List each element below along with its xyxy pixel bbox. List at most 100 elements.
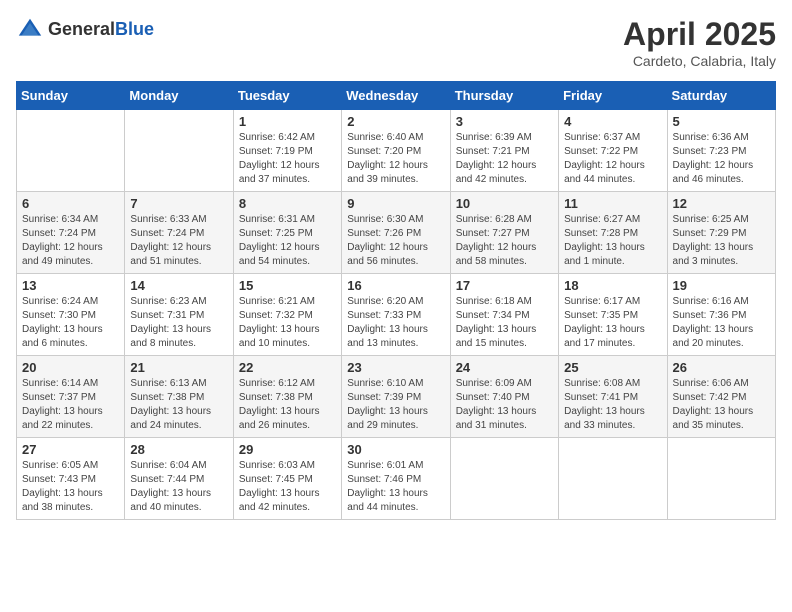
day-number: 14 [130, 278, 227, 293]
calendar-cell: 3Sunrise: 6:39 AMSunset: 7:21 PMDaylight… [450, 110, 558, 192]
calendar-cell: 18 Sunrise: 6:17 AMSunset: 7:35 PMDayligh… [559, 274, 667, 356]
day-number: 13 [22, 278, 119, 293]
calendar-cell [17, 110, 125, 192]
day-number: 21 [130, 360, 227, 375]
day-number: 23 [347, 360, 444, 375]
day-number: 24 [456, 360, 553, 375]
day-info: Sunrise: 6:05 AMSunset: 7:43 PMDaylight:… [22, 459, 119, 515]
week-row-1: 1 Sunrise: 6:42 AMSunset: 7:19 PMDaylight… [17, 110, 776, 192]
title-block: April 2025 Cardeto, Calabria, Italy [623, 16, 776, 69]
day-number: 6 [22, 196, 119, 211]
weekday-header-friday: Friday [559, 82, 667, 110]
day-info: Sunrise: 6:09 AMSunset: 7:40 PMDaylight:… [456, 377, 553, 433]
calendar-cell: 10 Sunrise: 6:28 AMSunset: 7:27 PMDayligh… [450, 192, 558, 274]
calendar-cell: 5Sunrise: 6:36 AMSunset: 7:23 PMDaylight… [667, 110, 775, 192]
day-number: 30 [347, 442, 444, 457]
day-info: Sunrise: 6:08 AMSunset: 7:41 PMDaylight:… [564, 377, 661, 433]
calendar-cell: 14 Sunrise: 6:23 AMSunset: 7:31 PMDayligh… [125, 274, 233, 356]
day-number: 20 [22, 360, 119, 375]
day-info: Sunrise: 6:34 AMSunset: 7:24 PMDaylight:… [22, 213, 119, 269]
day-info: Sunrise: 6:39 AMSunset: 7:21 PMDaylight:… [456, 131, 553, 187]
day-number: 12 [673, 196, 770, 211]
day-info: Sunrise: 6:10 AMSunset: 7:39 PMDaylight:… [347, 377, 444, 433]
weekday-header-wednesday: Wednesday [342, 82, 450, 110]
day-number: 17 [456, 278, 553, 293]
day-number: 15 [239, 278, 336, 293]
logo-icon [16, 16, 44, 44]
day-info: Sunrise: 6:13 AMSunset: 7:38 PMDaylight:… [130, 377, 227, 433]
day-info: Sunrise: 6:31 AMSunset: 7:25 PMDaylight:… [239, 213, 336, 269]
page-header: GeneralBlue April 2025 Cardeto, Calabria… [16, 16, 776, 69]
day-info: Sunrise: 6:04 AMSunset: 7:44 PMDaylight:… [130, 459, 227, 515]
logo-general-text: General [48, 19, 115, 39]
logo-text: GeneralBlue [48, 20, 154, 40]
calendar-cell [125, 110, 233, 192]
weekday-header-tuesday: Tuesday [233, 82, 341, 110]
calendar-table: SundayMondayTuesdayWednesdayThursdayFrid… [16, 81, 776, 520]
calendar-cell [667, 438, 775, 520]
calendar-cell: 26 Sunrise: 6:06 AMSunset: 7:42 PMDayligh… [667, 356, 775, 438]
day-info: Sunrise: 6:30 AMSunset: 7:26 PMDaylight:… [347, 213, 444, 269]
day-number: 5 [673, 114, 770, 129]
week-row-4: 20 Sunrise: 6:14 AMSunset: 7:37 PMDayligh… [17, 356, 776, 438]
day-number: 2 [347, 114, 444, 129]
week-row-3: 13 Sunrise: 6:24 AMSunset: 7:30 PMDayligh… [17, 274, 776, 356]
calendar-cell: 20 Sunrise: 6:14 AMSunset: 7:37 PMDayligh… [17, 356, 125, 438]
calendar-cell: 22Sunrise: 6:12 AMSunset: 7:38 PMDayligh… [233, 356, 341, 438]
calendar-cell: 23 Sunrise: 6:10 AMSunset: 7:39 PMDayligh… [342, 356, 450, 438]
weekday-header-monday: Monday [125, 82, 233, 110]
day-info: Sunrise: 6:42 AMSunset: 7:19 PMDaylight:… [239, 131, 336, 187]
calendar-cell: 28Sunrise: 6:04 AMSunset: 7:44 PMDayligh… [125, 438, 233, 520]
calendar-cell [559, 438, 667, 520]
day-info: Sunrise: 6:28 AMSunset: 7:27 PMDaylight:… [456, 213, 553, 269]
day-number: 16 [347, 278, 444, 293]
calendar-cell: 19Sunrise: 6:16 AMSunset: 7:36 PMDayligh… [667, 274, 775, 356]
location: Cardeto, Calabria, Italy [623, 53, 776, 69]
day-number: 26 [673, 360, 770, 375]
day-number: 19 [673, 278, 770, 293]
calendar-cell: 7Sunrise: 6:33 AMSunset: 7:24 PMDaylight… [125, 192, 233, 274]
calendar-cell: 4Sunrise: 6:37 AMSunset: 7:22 PMDaylight… [559, 110, 667, 192]
day-info: Sunrise: 6:24 AMSunset: 7:30 PMDaylight:… [22, 295, 119, 351]
calendar-cell: 17 Sunrise: 6:18 AMSunset: 7:34 PMDayligh… [450, 274, 558, 356]
week-row-5: 27Sunrise: 6:05 AMSunset: 7:43 PMDayligh… [17, 438, 776, 520]
calendar-cell: 9Sunrise: 6:30 AMSunset: 7:26 PMDaylight… [342, 192, 450, 274]
week-row-2: 6 Sunrise: 6:34 AMSunset: 7:24 PMDaylight… [17, 192, 776, 274]
day-info: Sunrise: 6:20 AMSunset: 7:33 PMDaylight:… [347, 295, 444, 351]
weekday-header-row: SundayMondayTuesdayWednesdayThursdayFrid… [17, 82, 776, 110]
day-info: Sunrise: 6:12 AMSunset: 7:38 PMDaylight:… [239, 377, 336, 433]
day-number: 25 [564, 360, 661, 375]
calendar-cell: 12 Sunrise: 6:25 AMSunset: 7:29 PMDayligh… [667, 192, 775, 274]
day-info: Sunrise: 6:14 AMSunset: 7:37 PMDaylight:… [22, 377, 119, 433]
day-info: Sunrise: 6:40 AMSunset: 7:20 PMDaylight:… [347, 131, 444, 187]
day-number: 10 [456, 196, 553, 211]
day-number: 8 [239, 196, 336, 211]
day-info: Sunrise: 6:25 AMSunset: 7:29 PMDaylight:… [673, 213, 770, 269]
calendar-cell: 29Sunrise: 6:03 AMSunset: 7:45 PMDayligh… [233, 438, 341, 520]
day-info: Sunrise: 6:23 AMSunset: 7:31 PMDaylight:… [130, 295, 227, 351]
day-info: Sunrise: 6:03 AMSunset: 7:45 PMDaylight:… [239, 459, 336, 515]
day-info: Sunrise: 6:06 AMSunset: 7:42 PMDaylight:… [673, 377, 770, 433]
calendar-cell: 15 Sunrise: 6:21 AMSunset: 7:32 PMDayligh… [233, 274, 341, 356]
day-number: 1 [239, 114, 336, 129]
weekday-header-saturday: Saturday [667, 82, 775, 110]
logo-blue-text: Blue [115, 19, 154, 39]
day-info: Sunrise: 6:18 AMSunset: 7:34 PMDaylight:… [456, 295, 553, 351]
day-info: Sunrise: 6:21 AMSunset: 7:32 PMDaylight:… [239, 295, 336, 351]
calendar-cell: 27Sunrise: 6:05 AMSunset: 7:43 PMDayligh… [17, 438, 125, 520]
day-info: Sunrise: 6:37 AMSunset: 7:22 PMDaylight:… [564, 131, 661, 187]
calendar-cell: 2 Sunrise: 6:40 AMSunset: 7:20 PMDaylight… [342, 110, 450, 192]
logo: GeneralBlue [16, 16, 154, 44]
weekday-header-sunday: Sunday [17, 82, 125, 110]
calendar-cell: 25 Sunrise: 6:08 AMSunset: 7:41 PMDayligh… [559, 356, 667, 438]
calendar-cell [450, 438, 558, 520]
calendar-cell: 8 Sunrise: 6:31 AMSunset: 7:25 PMDaylight… [233, 192, 341, 274]
calendar-cell: 13 Sunrise: 6:24 AMSunset: 7:30 PMDayligh… [17, 274, 125, 356]
calendar-cell: 21 Sunrise: 6:13 AMSunset: 7:38 PMDayligh… [125, 356, 233, 438]
calendar-cell: 16 Sunrise: 6:20 AMSunset: 7:33 PMDayligh… [342, 274, 450, 356]
day-info: Sunrise: 6:17 AMSunset: 7:35 PMDaylight:… [564, 295, 661, 351]
day-number: 11 [564, 196, 661, 211]
day-number: 18 [564, 278, 661, 293]
day-info: Sunrise: 6:27 AMSunset: 7:28 PMDaylight:… [564, 213, 661, 269]
day-info: Sunrise: 6:01 AMSunset: 7:46 PMDaylight:… [347, 459, 444, 515]
